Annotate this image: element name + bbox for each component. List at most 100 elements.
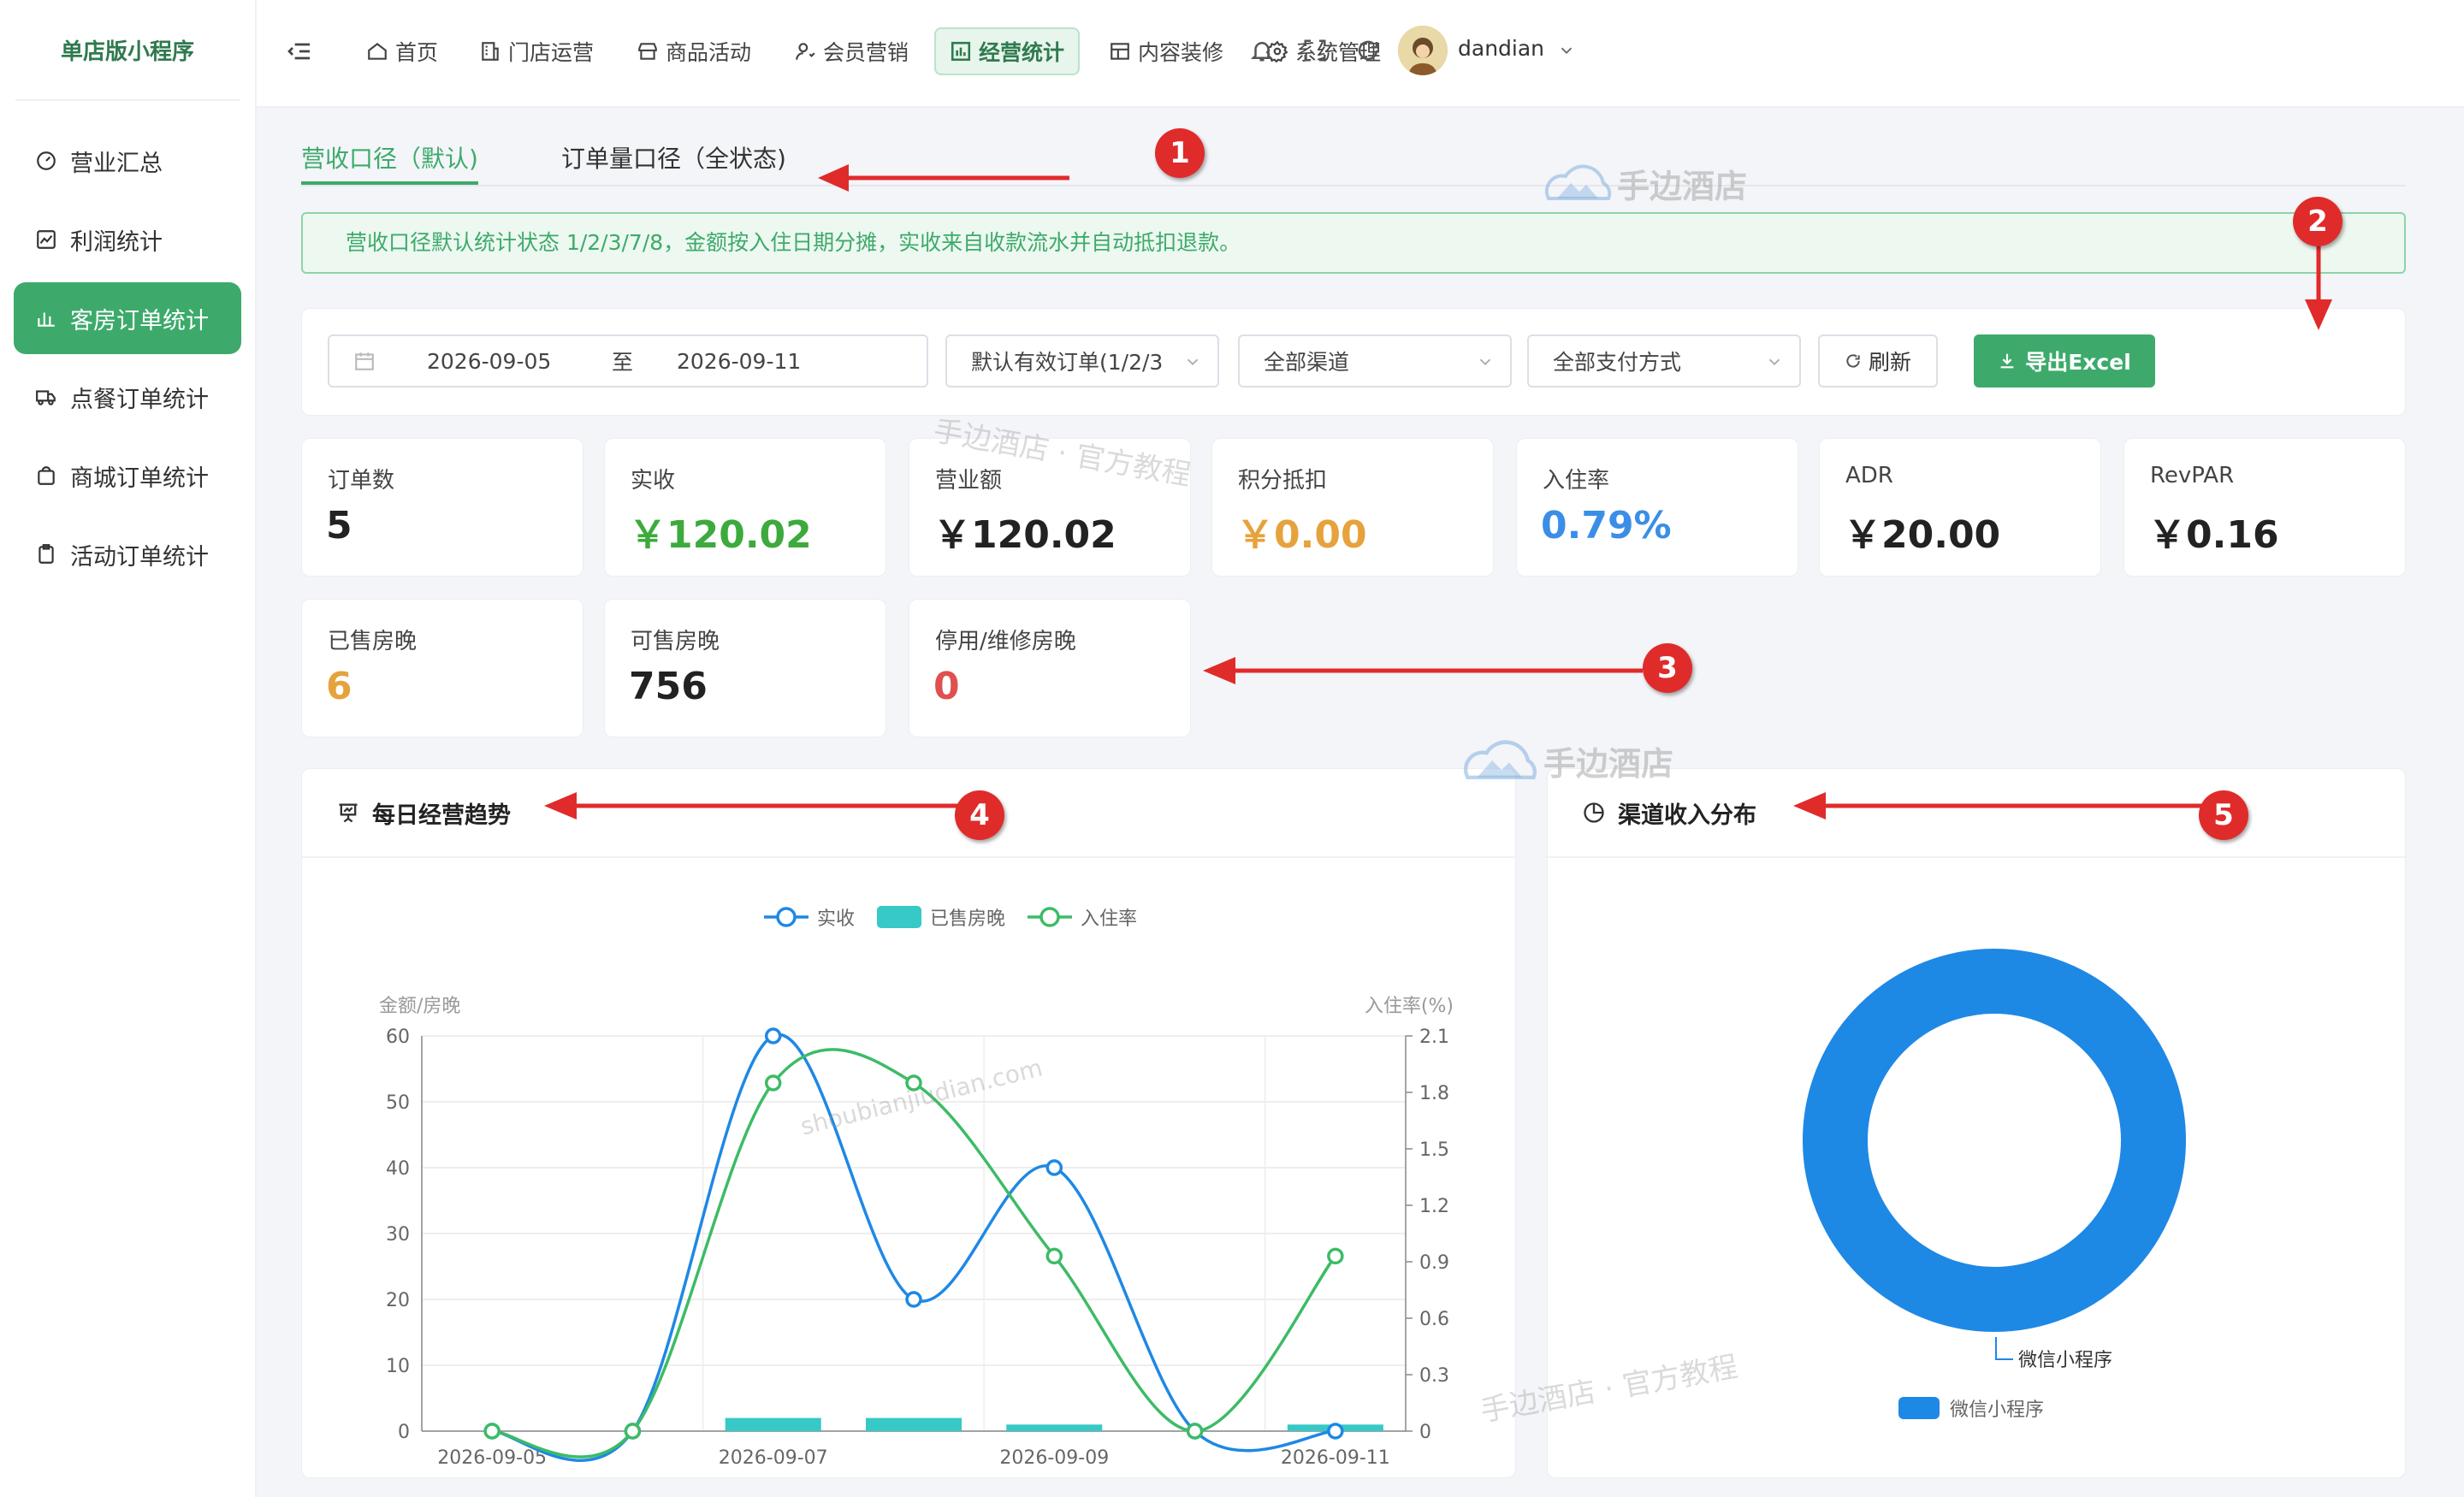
stat-occupancy-rate: 入住率 0.79% — [1516, 438, 1798, 577]
tab-order-volume-basis[interactable]: 订单量口径（全状态) — [561, 133, 786, 185]
nav-product-activity[interactable]: 商品活动 — [623, 27, 765, 75]
nav-label: 会员营销 — [823, 40, 909, 65]
collapse-menu-icon[interactable] — [286, 38, 313, 65]
nav-home[interactable]: 首页 — [352, 27, 452, 75]
sidebar-item-business-summary[interactable]: 营业汇总 — [14, 125, 241, 197]
export-label: 导出Excel — [2025, 350, 2131, 375]
slice-leader-line — [1995, 1337, 2013, 1360]
panel-title: 每日经营趋势 — [372, 802, 511, 829]
x-tick-label: 2026-09-05 — [437, 1447, 547, 1469]
username[interactable]: dandian — [1458, 36, 1544, 61]
refresh-icon — [1845, 352, 1862, 370]
sidebar-item-room-order-stats[interactable]: 客房订单统计 — [14, 282, 241, 354]
sidebar-item-event-order-stats[interactable]: 活动订单统计 — [14, 518, 241, 590]
annotation-badge-5: 5 — [2199, 790, 2248, 840]
daily-trend-panel: 每日经营趋势 0 10 20 30 40 50 60 0 0.3 0.6 0.9 1.2 1.5 1.8 2… — [301, 768, 1516, 1478]
download-icon — [1998, 352, 2017, 370]
main-content: 营收口径（默认) 订单量口径（全状态) 营收口径默认统计状态 1/2/3/7/8… — [257, 108, 2464, 1497]
stat-disabled-room-nights: 停用/维修房晚 0 — [909, 599, 1191, 737]
refresh-button[interactable]: 刷新 — [1818, 334, 1938, 388]
bar-sold-room-nights — [1006, 1424, 1103, 1431]
nav-store-operation[interactable]: 门店运营 — [465, 27, 607, 75]
sidebar-item-mall-order-stats[interactable]: 商城订单统计 — [14, 440, 241, 512]
pie-chart-icon — [1582, 801, 1606, 825]
line-series-occupancy — [491, 1048, 1337, 1459]
nav-business-stats[interactable]: 经营统计 — [934, 27, 1081, 75]
bell-icon[interactable] — [1249, 38, 1276, 65]
export-excel-button[interactable]: 导出Excel — [1974, 334, 2155, 388]
annotation-arrow-1 — [818, 164, 1069, 192]
channel-select[interactable]: 全部渠道 — [1238, 334, 1512, 388]
sidebar-item-label: 客房订单统计 — [70, 307, 209, 334]
order-status-select[interactable]: 默认有效订单(1/2/3 — [945, 334, 1219, 388]
presentation-chart-icon — [336, 801, 360, 825]
date-start: 2026-09-05 — [427, 348, 552, 374]
refresh-icon[interactable] — [1355, 38, 1383, 65]
data-point — [905, 1074, 922, 1092]
sidebar-item-food-order-stats[interactable]: 点餐订单统计 — [14, 361, 241, 433]
payment-method-select[interactable]: 全部支付方式 — [1527, 334, 1801, 388]
stat-label: RevPAR — [2150, 463, 2235, 488]
daily-trend-chart: 0 10 20 30 40 50 60 0 0.3 0.6 0.9 1.2 1.5 1.8 2.1 金额/房晚… — [379, 906, 1454, 1469]
stat-label: 可售房晚 — [631, 629, 720, 654]
annotation-badge-3: 3 — [1643, 643, 1692, 693]
sidebar: 单店版小程序 营业汇总 利润统计 客房订单统计 点餐订单统计 商城订单统计 活动… — [0, 0, 257, 1497]
sidebar-item-profit-stats[interactable]: 利润统计 — [14, 204, 241, 275]
chevron-down-icon — [1765, 352, 1784, 370]
stat-order-count: 订单数 5 — [301, 438, 583, 577]
y-tick-label: 10 — [386, 1356, 410, 1377]
stat-sold-room-nights: 已售房晚 6 — [301, 599, 583, 737]
x-tick-label: 2026-09-11 — [1281, 1447, 1390, 1469]
date-range-picker[interactable]: 2026-09-05 至 2026-09-11 — [328, 334, 928, 388]
date-end: 2026-09-11 — [677, 348, 802, 374]
chevron-down-icon[interactable] — [1557, 41, 1576, 60]
nav-label: 首页 — [395, 40, 439, 65]
stat-label: 入住率 — [1543, 468, 1610, 494]
data-point — [1186, 1423, 1204, 1440]
legend-swatch — [877, 906, 921, 928]
stat-available-room-nights: 可售房晚 756 — [604, 599, 886, 737]
avatar[interactable] — [1398, 26, 1448, 75]
annotation-arrow-2 — [2305, 245, 2332, 330]
annotation-badge-4: 4 — [955, 790, 1004, 840]
y2-tick-label: 2.1 — [1419, 1027, 1449, 1048]
stat-revenue: 营业额 ￥120.02 — [909, 438, 1191, 577]
bar-sold-room-nights — [725, 1417, 821, 1431]
stat-label: 停用/维修房晚 — [935, 629, 1076, 654]
nav-member-marketing[interactable]: 会员营销 — [780, 27, 922, 75]
bar-chart-icon — [34, 306, 58, 330]
sidebar-item-label: 营业汇总 — [70, 150, 163, 177]
y2-tick-label: 0.9 — [1419, 1252, 1449, 1274]
watermark-logo: 手边酒店 — [1540, 157, 1747, 209]
sidebar-item-label: 利润统计 — [70, 228, 163, 256]
stat-label: 已售房晚 — [328, 629, 418, 654]
channel-value: 全部渠道 — [1264, 350, 1350, 375]
stat-label: ADR — [1845, 463, 1893, 488]
nav-content-decoration[interactable]: 内容装修 — [1095, 27, 1237, 75]
nav-label: 内容装修 — [1138, 40, 1224, 65]
fullscreen-icon[interactable] — [1302, 38, 1330, 65]
date-separator: 至 — [612, 350, 634, 375]
home-icon — [366, 40, 388, 62]
top-navigation: 首页 门店运营 商品活动 会员营销 经营统计 内容装修 系统管理 dandian — [257, 0, 2464, 108]
x-tick-label: 2026-09-07 — [719, 1447, 828, 1469]
payment-value: 全部支付方式 — [1553, 350, 1682, 375]
bar-sold-room-nights — [866, 1417, 962, 1431]
data-point — [1327, 1423, 1344, 1440]
nav-label: 经营统计 — [979, 40, 1065, 65]
data-point — [624, 1423, 642, 1440]
y2-tick-label: 0.3 — [1419, 1365, 1449, 1387]
building-icon — [479, 40, 501, 62]
stat-label: 积分抵扣 — [1238, 468, 1328, 494]
sidebar-item-label: 商城订单统计 — [70, 464, 209, 492]
data-point — [1045, 1159, 1063, 1176]
data-point — [1327, 1247, 1344, 1265]
stat-label: 订单数 — [328, 468, 395, 494]
channel-donut-chart: 微信小程序微信小程序 — [1803, 949, 2186, 1421]
data-point — [764, 1074, 782, 1092]
tab-revenue-basis[interactable]: 营收口径（默认) — [301, 133, 478, 185]
line-series-received — [491, 1033, 1336, 1462]
slice-label: 微信小程序 — [2018, 1350, 2112, 1371]
y2-tick-label: 1.8 — [1419, 1083, 1449, 1104]
sidebar-item-label: 活动订单统计 — [70, 543, 209, 571]
